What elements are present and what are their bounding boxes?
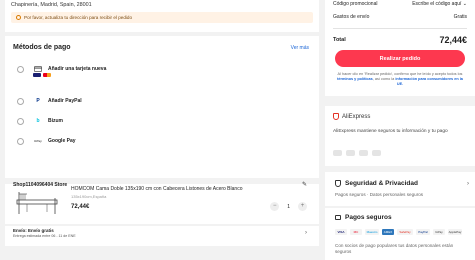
toggle-icon [333, 150, 342, 156]
security-title: Seguridad & Privacidad [335, 180, 418, 187]
quantity-stepper: − 1 + [270, 202, 307, 211]
bizum-icon: b [36, 118, 40, 124]
product-image[interactable] [13, 186, 61, 220]
payment-option-label: Google Pay [48, 138, 76, 144]
payment-option-google-pay[interactable]: GPay Google Pay [17, 132, 309, 150]
product-price: 72,44€ [71, 204, 90, 210]
increase-quantity-button[interactable]: + [298, 202, 307, 211]
shipping-cost-row: Gastos de envío Gratis [333, 14, 467, 20]
secure-payments-title: Pagos seguros [335, 214, 392, 221]
address-card: Chapinería, Madrid, Spain, 28001 Por fav… [5, 0, 319, 32]
decrease-quantity-button[interactable]: − [270, 202, 280, 211]
security-privacy-card[interactable]: Seguridad & Privacidad Pagos seguros · D… [325, 172, 475, 206]
secure-payments-description: Con socios de pago populares tus datos p… [335, 243, 454, 254]
consumer-info-link[interactable]: información para consumidores en la UE. [395, 77, 463, 86]
aliexpress-logo: AliExpress [333, 113, 370, 120]
badge-icon [346, 150, 355, 156]
payment-option-bizum[interactable]: b Bizum [17, 112, 309, 130]
product-variant: 135x190cm,España [71, 194, 107, 199]
shipping-option[interactable]: Envío: Envío gratis Entrega estimada ent… [5, 226, 319, 246]
legal-text: Al hacer clic en 'Realizar pedido', conf… [337, 72, 463, 86]
shipping-cost-value: Gratis [453, 14, 467, 20]
paypal-logo: PayPal [416, 229, 430, 235]
chevron-right-icon: › [467, 181, 469, 187]
see-more-link[interactable]: Ver más [291, 45, 309, 51]
google-pay-icon: GPay [34, 139, 42, 143]
chevron-down-icon: ⌄ [462, 1, 467, 7]
payment-logos: VISA MC Maestro AMEX SafePay PayPal GPay… [335, 229, 462, 235]
globe-icon [372, 150, 381, 156]
card-icon [34, 66, 42, 72]
aliexpress-trust-card: AliExpress AliExpress mantiene seguros t… [325, 106, 475, 166]
radio-button[interactable] [17, 137, 24, 145]
shield-icon [335, 180, 341, 187]
google-pay-logo: GPay [433, 229, 445, 235]
trust-icons [333, 150, 381, 156]
divider [333, 28, 467, 29]
total-value: 72,44€ [439, 35, 467, 45]
edit-icon[interactable]: ✎ [302, 181, 307, 188]
store-card: Shop1104096404 Store ✎ HOMCOM Cama Doble… [5, 181, 319, 224]
address-text: Chapinería, Madrid, Spain, 28001 [11, 2, 92, 8]
maestro-logo: Maestro [365, 229, 379, 235]
place-order-button[interactable]: Realizar pedido [335, 50, 465, 67]
card-brands [33, 73, 51, 77]
payment-methods-card: Métodos de pago Ver más Añadir una tarje… [5, 36, 319, 178]
shipping-cost-label: Gastos de envío [333, 14, 370, 20]
trust-description: AliExpress mantiene seguros tu informaci… [333, 129, 448, 134]
safepay-logo: SafePay [397, 229, 413, 235]
order-summary: Código promocional Escribe el código aqu… [325, 0, 475, 96]
radio-button[interactable] [17, 65, 24, 73]
payment-option-label: Bizum [48, 118, 63, 124]
total-label: Total [333, 37, 346, 43]
paypal-icon: P [36, 98, 40, 104]
payment-option-label: Añadir una tarjeta nueva [48, 66, 107, 72]
apple-pay-logo: ApplePay [448, 229, 462, 235]
payment-option-label: Añadir PayPal [48, 98, 82, 104]
address-warning-text: Por favor, actualiza tu dirección para r… [24, 15, 133, 20]
info-icon [16, 15, 21, 20]
secure-payments-card: Pagos seguros VISA MC Maestro AMEX SafeP… [325, 208, 475, 260]
address-warning: Por favor, actualiza tu dirección para r… [11, 12, 313, 23]
terms-link[interactable]: términos y políticas [337, 77, 373, 81]
shipping-eta: Entrega estimada entre 06 - 11 de ENE [13, 234, 76, 238]
chevron-right-icon: › [305, 230, 307, 236]
visa-icon [33, 73, 41, 77]
quantity-value: 1 [287, 203, 290, 210]
shield-check-icon [359, 150, 368, 156]
shipping-method: Envío: Envío gratis [13, 228, 54, 233]
security-subtitle: Pagos seguros · Datos personales seguros [335, 192, 424, 197]
mastercard-icon [43, 73, 51, 77]
amex-logo: AMEX [382, 229, 394, 235]
payment-option-card[interactable]: Añadir una tarjeta nueva [17, 60, 309, 78]
payment-option-paypal[interactable]: P Añadir PayPal [17, 92, 309, 110]
radio-button[interactable] [17, 117, 24, 125]
mastercard-logo: MC [350, 229, 362, 235]
product-name[interactable]: HOMCOM Cama Doble 135x190 cm con Cabecer… [71, 186, 242, 192]
payment-methods-title: Métodos de pago [13, 44, 71, 51]
promo-label: Código promocional [333, 1, 378, 7]
promo-input[interactable]: Escribe el código aquí ⌄ [412, 1, 467, 7]
promo-row[interactable]: Código promocional Escribe el código aqu… [333, 1, 467, 7]
visa-logo: VISA [335, 229, 347, 235]
radio-button[interactable] [17, 97, 24, 105]
lock-icon [335, 215, 341, 220]
shield-icon [333, 113, 339, 120]
